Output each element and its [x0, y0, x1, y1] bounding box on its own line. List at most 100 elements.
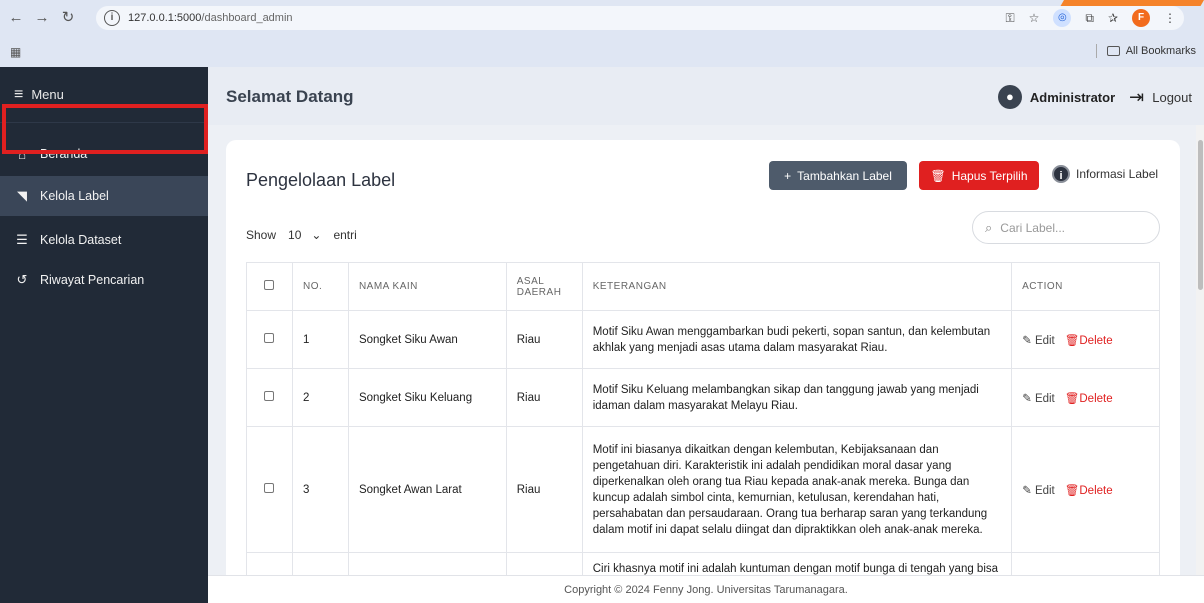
search-placeholder: Cari Label... [1000, 220, 1065, 235]
edit-icon: ✎ [1022, 334, 1032, 347]
sidebar-item-label: Riwayat Pencarian [40, 273, 145, 287]
cell-action [1011, 552, 1160, 575]
all-bookmarks-label: All Bookmarks [1125, 45, 1196, 57]
cell-action: ✎ Edit 🗑Delete [1011, 426, 1160, 553]
label-table: NO. NAMA KAIN ASAL DAERAH KETERANGAN ACT… [246, 262, 1160, 575]
cell-keterangan: Motif Siku Keluang melambangkan sikap da… [581, 368, 1013, 427]
header-asal-daerah: ASAL DAERAH [505, 262, 583, 311]
browser-toolbar: ← → ↻ i 127.0.0.1:5000/dashboard_admin ⚿… [0, 0, 1204, 36]
entries-label: entri [333, 228, 357, 242]
reload-icon[interactable]: ↻ [58, 8, 78, 28]
sidebar-item-label: Kelola Dataset [40, 233, 122, 247]
table-row: 1 Songket Siku Awan Riau Motif Siku Awan… [246, 310, 1160, 369]
database-icon: ☰ [16, 232, 28, 247]
user-avatar-icon: ● [997, 85, 1022, 109]
cell-no [291, 552, 349, 575]
delete-label: Delete [1079, 334, 1113, 347]
edit-button[interactable]: ✎ Edit [1022, 333, 1055, 347]
delete-selected-label: Hapus Terpilih [951, 168, 1028, 183]
row-select-cell [246, 426, 293, 553]
edit-button[interactable]: ✎ Edit [1022, 483, 1055, 497]
cell-no: 3 [291, 426, 349, 553]
page-size-select[interactable]: 10 ⌄ [282, 222, 327, 248]
row-checkbox[interactable] [264, 483, 275, 493]
user-area: ● Administrator ⇥ Logout [997, 85, 1192, 109]
cell-no: 2 [291, 368, 349, 427]
info-icon: i [1052, 165, 1070, 183]
cell-keterangan: Ciri khasnya motif ini adalah kuntuman d… [581, 552, 1013, 575]
forward-arrow-icon[interactable]: → [32, 8, 52, 28]
cell-nama-kain: Songket Awan Larat [347, 426, 507, 553]
trash-icon: 🗑 [1064, 484, 1080, 497]
address-bar[interactable]: i 127.0.0.1:5000/dashboard_admin ⚿ ☆ ◎ ⧉… [96, 6, 1184, 30]
apps-grid-icon[interactable]: ▦ [10, 45, 21, 59]
google-lens-icon[interactable]: ◎ [1053, 9, 1072, 27]
menu-label: Menu [31, 87, 64, 102]
delete-selected-button[interactable]: 🗑 Hapus Terpilih [919, 161, 1039, 190]
page-size-value: 10 [288, 228, 302, 242]
edit-button[interactable]: ✎ Edit [1022, 391, 1055, 405]
browser-menu-icon[interactable]: ⋮ [1164, 11, 1176, 25]
cell-nama-kain [347, 552, 507, 575]
cell-action: ✎ Edit 🗑Delete [1011, 310, 1160, 369]
cell-nama-kain: Songket Siku Keluang [347, 368, 507, 427]
row-checkbox[interactable] [264, 391, 275, 401]
row-select-cell [246, 552, 293, 575]
select-all-checkbox[interactable] [264, 280, 275, 290]
header-no: NO. [291, 262, 349, 311]
bookmarks-bar: ▦ All Bookmarks [0, 40, 1204, 64]
delete-label: Delete [1079, 484, 1113, 497]
bookmarks-manager-icon[interactable]: ✰ [1108, 11, 1118, 25]
cell-keterangan: Motif Siku Awan menggambarkan budi peker… [581, 310, 1013, 369]
cell-no: 1 [291, 310, 349, 369]
edit-icon: ✎ [1022, 484, 1032, 497]
corner-accent [1060, 0, 1204, 6]
scroll-thumb[interactable] [1198, 140, 1203, 290]
edit-label: Edit [1034, 484, 1055, 497]
cell-asal-daerah: Riau [505, 368, 583, 427]
password-key-icon[interactable]: ⚿ [1005, 11, 1014, 26]
table-row: 3 Songket Awan Larat Riau Motif ini bias… [246, 426, 1160, 553]
selection-highlight [2, 104, 208, 154]
sidebar-item-label: Kelola Label [40, 189, 109, 203]
cell-action: ✎ Edit 🗑Delete [1011, 368, 1160, 427]
all-bookmarks-button[interactable]: All Bookmarks [1095, 44, 1196, 58]
sidebar-item-riwayat-pencarian[interactable]: ↺ Riwayat Pencarian [0, 260, 208, 300]
page-title: Selamat Datang [226, 87, 354, 106]
select-all-cell [246, 262, 293, 311]
user-name: Administrator [1029, 89, 1116, 105]
table-row: 2 Songket Siku Keluang Riau Motif Siku K… [246, 368, 1160, 427]
profile-avatar-icon[interactable]: F [1132, 9, 1150, 27]
add-label-button[interactable]: + Tambahkan Label [769, 161, 907, 190]
hamburger-icon: ≡ [14, 85, 24, 103]
bookmark-star-icon[interactable]: ☆ [1029, 11, 1040, 25]
extensions-puzzle-icon[interactable]: ⧉ [1085, 11, 1094, 26]
site-info-icon[interactable]: i [104, 10, 120, 26]
delete-button[interactable]: 🗑Delete [1065, 391, 1113, 405]
table-header-row: NO. NAMA KAIN ASAL DAERAH KETERANGAN ACT… [246, 262, 1160, 311]
label-info-link[interactable]: i Informasi Label [1052, 165, 1158, 183]
sidebar-item-kelola-dataset[interactable]: ☰ Kelola Dataset [0, 220, 208, 260]
url-text: 127.0.0.1:5000/dashboard_admin [128, 12, 293, 24]
history-icon: ↺ [16, 272, 28, 287]
edit-label: Edit [1034, 334, 1055, 347]
header-nama-kain: NAMA KAIN [347, 262, 507, 311]
back-arrow-icon[interactable]: ← [6, 8, 26, 28]
row-select-cell [246, 310, 293, 369]
delete-button[interactable]: 🗑Delete [1065, 483, 1113, 497]
trash-icon: 🗑 [1064, 392, 1080, 405]
search-icon: ⌕ [985, 219, 993, 235]
logout-icon[interactable]: ⇥ [1129, 87, 1144, 108]
trash-icon: 🗑 [930, 168, 946, 183]
main-header: Selamat Datang ● Administrator ⇥ Logout [208, 67, 1204, 125]
cell-nama-kain: Songket Siku Awan [347, 310, 507, 369]
logout-link[interactable]: Logout [1152, 90, 1192, 105]
delete-button[interactable]: 🗑Delete [1065, 333, 1113, 347]
search-input[interactable]: ⌕ Cari Label... [972, 211, 1160, 244]
edit-label: Edit [1034, 392, 1055, 405]
card-title: Pengelolaan Label [246, 170, 396, 190]
sidebar-item-kelola-label[interactable]: ◥ Kelola Label [0, 176, 208, 216]
cell-asal-daerah: Riau [505, 310, 583, 369]
row-checkbox[interactable] [264, 333, 275, 343]
cell-asal-daerah: Riau [505, 426, 583, 553]
